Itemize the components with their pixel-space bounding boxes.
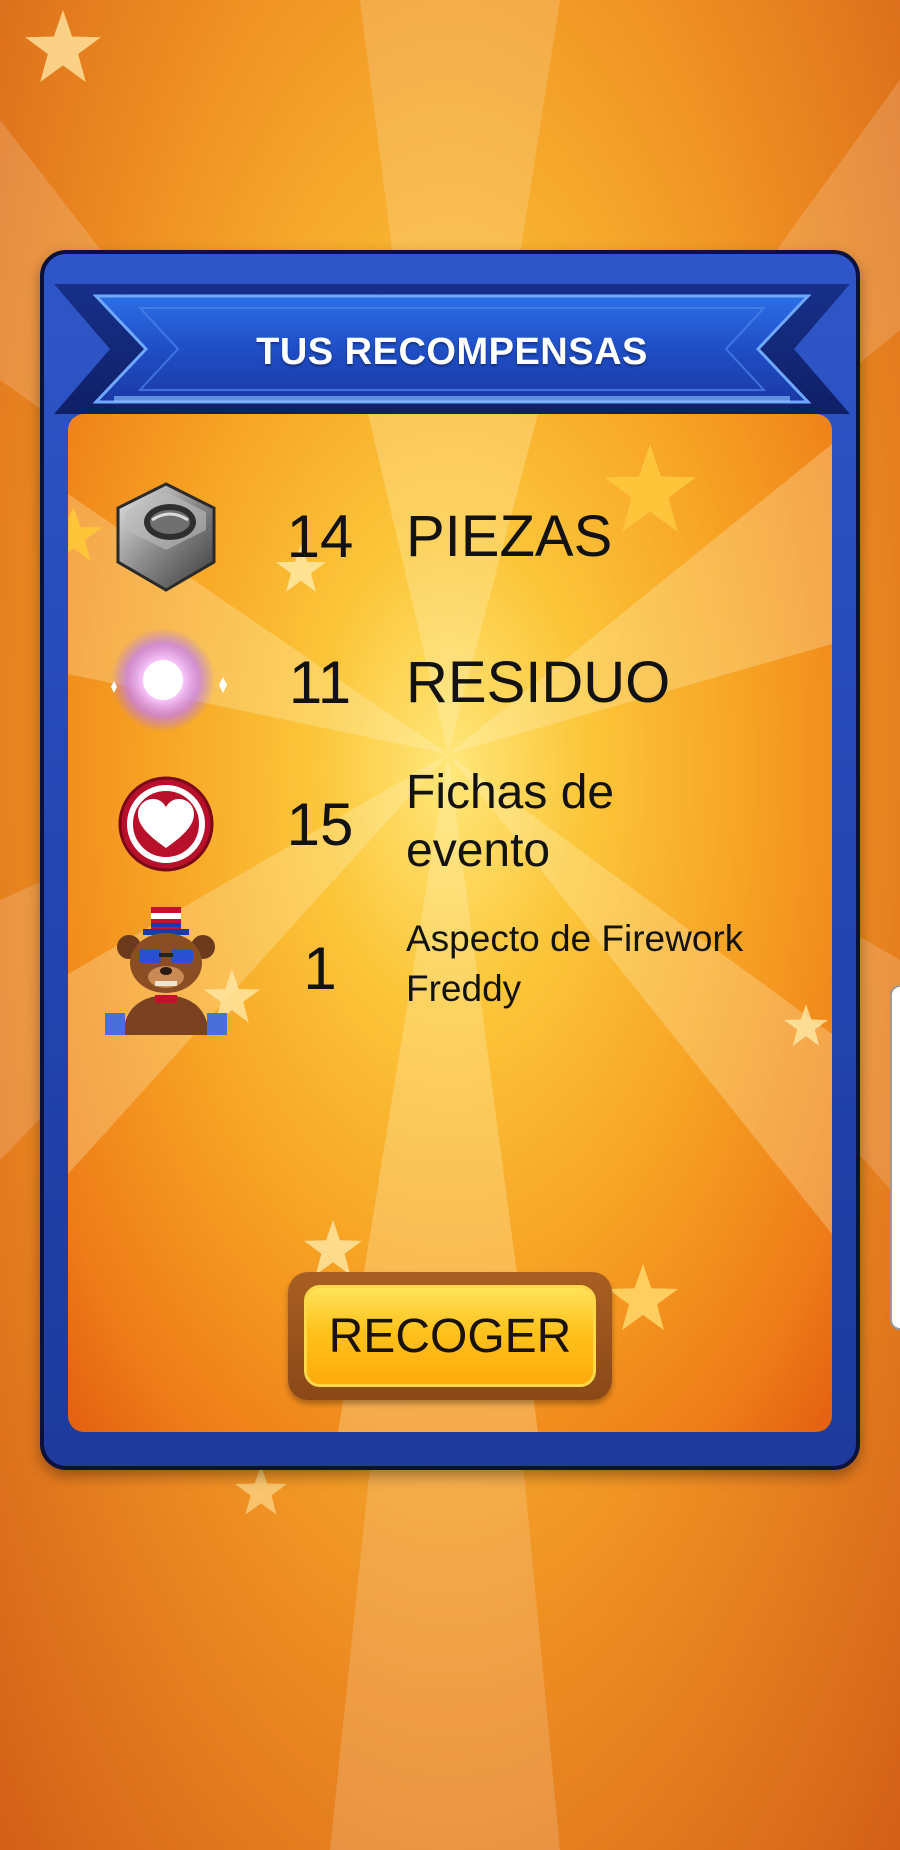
panel-star-icon [608, 1263, 678, 1331]
reward-name: PIEZAS [406, 504, 613, 569]
sparkle-orb-icon [96, 610, 236, 750]
hex-nut-icon [96, 468, 236, 608]
reward-row: 11 RESIDUO [90, 610, 830, 750]
reward-quantity: 14 [286, 503, 354, 570]
side-scroll-handle[interactable] [890, 985, 900, 1330]
reward-quantity: 1 [303, 935, 337, 1002]
reward-name: Aspecto de Firework Freddy [406, 918, 744, 1009]
panel-star-icon [304, 1220, 362, 1275]
reward-screen: TUS RECOMPENSAS 14 PIEZAS 11 RESIDUO 15 … [0, 0, 900, 1850]
background-star-icon [25, 10, 101, 82]
page-title: TUS RECOMPENSAS [256, 330, 648, 373]
reward-row: 14 PIEZAS [90, 468, 830, 608]
background-star-icon [235, 1465, 287, 1515]
reward-row: 1 Aspecto de Firework Freddy [90, 900, 830, 1040]
reward-quantity: 15 [286, 791, 354, 858]
reward-quantity: 11 [288, 649, 352, 716]
reward-name: Fichas de evento [406, 766, 615, 877]
reward-row: 15 Fichas de evento [90, 752, 830, 898]
reward-name: RESIDUO [406, 650, 671, 715]
heart-token-icon [96, 754, 236, 894]
collect-button[interactable]: RECOGER [304, 1285, 596, 1387]
freddy-character-icon [96, 900, 236, 1040]
